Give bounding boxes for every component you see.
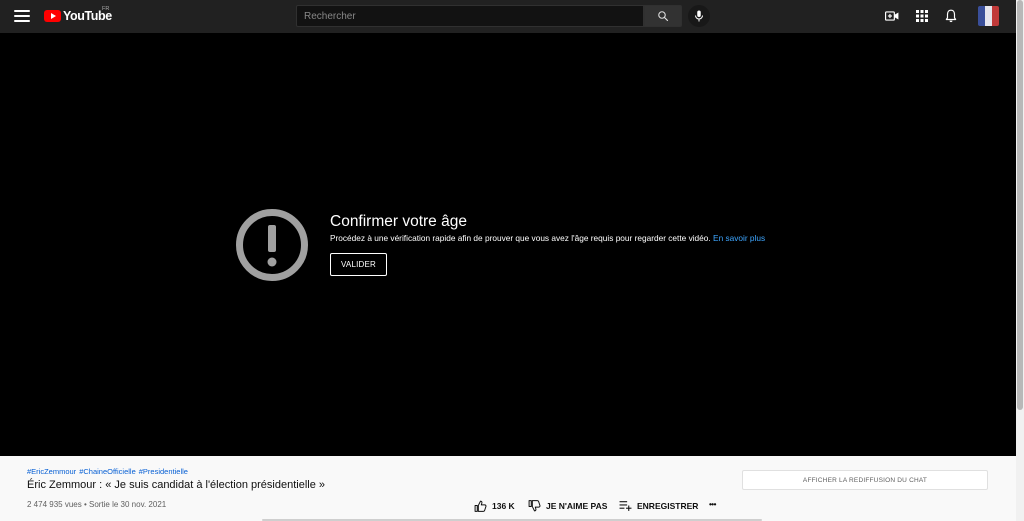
validate-button[interactable]: VALIDER (330, 253, 387, 276)
hashtag-link[interactable]: #EricZemmour (27, 467, 76, 476)
video-player[interactable]: Confirmer votre âge Procédez à une vérif… (0, 33, 1016, 456)
video-camera-plus-icon (885, 11, 899, 21)
like-count: 136 K (492, 501, 515, 511)
playlist-add-icon (619, 501, 632, 511)
learn-more-link[interactable]: En savoir plus (713, 233, 765, 243)
search-icon (658, 11, 669, 22)
search-input[interactable]: Rechercher (296, 5, 644, 27)
scrollbar-thumb[interactable] (1017, 0, 1023, 410)
chat-replay-button[interactable]: AFFICHER LA REDIFFUSION DU CHAT (742, 470, 988, 490)
like-button[interactable]: 136 K (474, 500, 515, 512)
video-title: Éric Zemmour : « Je suis candidat à l'él… (27, 479, 326, 491)
more-actions-button[interactable]: ••• (709, 500, 716, 509)
thumbs-up-icon (474, 500, 487, 512)
save-label: ENREGISTRER (637, 500, 699, 511)
video-meta: 2 474 935 vues • Sortie le 30 nov. 2021 (27, 500, 166, 509)
hashtag-link[interactable]: #Presidentielle (139, 467, 188, 476)
notifications-button[interactable] (943, 8, 959, 24)
publish-date: Sortie le 30 nov. 2021 (88, 500, 167, 509)
thumbs-down-icon (528, 500, 541, 512)
save-button[interactable]: ENREGISTRER (619, 500, 698, 511)
search-placeholder: Rechercher (304, 10, 356, 22)
age-gate-description: Procédez à une vérification rapide afin … (330, 233, 765, 243)
youtube-watch-page: YouTube FR Rechercher Confirmer votre âg… (0, 0, 1024, 521)
more-horizontal-icon: ••• (709, 500, 716, 509)
apps-button[interactable] (914, 8, 930, 24)
search-button[interactable] (644, 5, 682, 27)
voice-search-button[interactable] (688, 5, 710, 27)
age-gate-title: Confirmer votre âge (330, 213, 467, 230)
dislike-button[interactable]: JE N'AIME PAS (528, 500, 607, 512)
view-count: 2 474 935 vues (27, 500, 82, 509)
create-video-button[interactable] (884, 8, 900, 24)
microphone-icon (695, 10, 703, 22)
apps-grid-icon (916, 10, 928, 22)
avatar[interactable] (978, 6, 999, 26)
bell-icon (945, 9, 957, 23)
hashtag-link[interactable]: #ChaineOfficielle (79, 467, 136, 476)
warning-exclamation-icon (236, 209, 308, 281)
youtube-logo[interactable]: YouTube FR (44, 6, 112, 23)
age-gate-description-text: Procédez à une vérification rapide afin … (330, 233, 711, 243)
hashtags: #EricZemmour #ChaineOfficielle #Presidenti… (27, 467, 191, 476)
country-code: FR (102, 6, 110, 12)
dislike-label: JE N'AIME PAS (546, 501, 608, 511)
youtube-play-icon (44, 10, 61, 22)
menu-icon[interactable] (14, 8, 30, 24)
page-scrollbar[interactable] (1016, 0, 1024, 521)
masthead: YouTube FR Rechercher (0, 0, 1016, 33)
